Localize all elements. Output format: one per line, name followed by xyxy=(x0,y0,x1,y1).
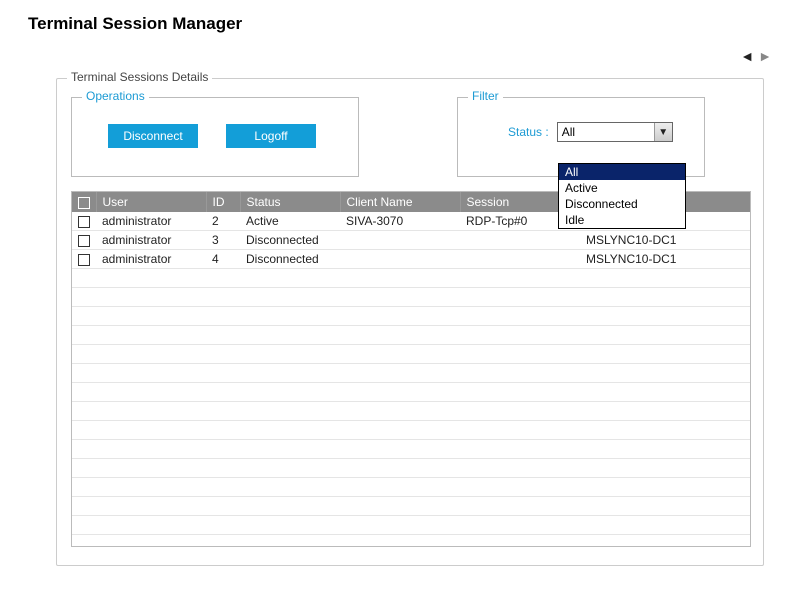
header-checkbox[interactable] xyxy=(72,192,96,212)
header-status[interactable]: Status xyxy=(240,192,340,212)
cell-user: administrator xyxy=(96,212,206,231)
table-row xyxy=(72,497,750,516)
table-row xyxy=(72,269,750,288)
nav-arrows: ◄ ► xyxy=(740,48,772,64)
cell-user: administrator xyxy=(96,231,206,250)
table-row xyxy=(72,478,750,497)
table-row xyxy=(72,459,750,478)
cell-status: Disconnected xyxy=(240,231,340,250)
filter-legend: Filter xyxy=(468,89,503,103)
table-row xyxy=(72,535,750,548)
cell-server: MSLYNC10-DC1 xyxy=(580,231,750,250)
row-checkbox[interactable] xyxy=(78,216,90,228)
table-row xyxy=(72,516,750,535)
status-select-value: All xyxy=(562,125,575,139)
table-row xyxy=(72,440,750,459)
filter-status-label: Status : xyxy=(508,125,549,139)
row-checkbox[interactable] xyxy=(78,235,90,247)
status-option-disconnected[interactable]: Disconnected xyxy=(559,196,685,212)
table-row xyxy=(72,345,750,364)
table-row xyxy=(72,307,750,326)
status-option-all[interactable]: All xyxy=(559,164,685,180)
sessions-table: User ID Status Client Name Session Serve… xyxy=(72,192,750,547)
sessions-panel: Terminal Sessions Details Operations Dis… xyxy=(56,78,764,566)
cell-id: 2 xyxy=(206,212,240,231)
cell-session xyxy=(460,250,580,269)
arrow-left-icon[interactable]: ◄ xyxy=(740,48,754,64)
header-user[interactable]: User xyxy=(96,192,206,212)
status-dropdown: AllActiveDisconnectedIdle xyxy=(558,163,686,229)
table-row xyxy=(72,421,750,440)
operations-legend: Operations xyxy=(82,89,149,103)
sessions-panel-legend: Terminal Sessions Details xyxy=(67,70,212,84)
page-title: Terminal Session Manager xyxy=(0,0,796,34)
table-row xyxy=(72,326,750,345)
cell-client xyxy=(340,250,460,269)
table-row xyxy=(72,402,750,421)
table-row xyxy=(72,383,750,402)
status-option-idle[interactable]: Idle xyxy=(559,212,685,228)
cell-server: MSLYNC10-DC1 xyxy=(580,250,750,269)
header-id[interactable]: ID xyxy=(206,192,240,212)
header-client[interactable]: Client Name xyxy=(340,192,460,212)
cell-client: SIVA-3070 xyxy=(340,212,460,231)
status-select[interactable]: All ▼ xyxy=(557,122,673,142)
status-option-active[interactable]: Active xyxy=(559,180,685,196)
cell-id: 4 xyxy=(206,250,240,269)
row-checkbox[interactable] xyxy=(78,254,90,266)
cell-session xyxy=(460,231,580,250)
table-row[interactable]: administrator4Disconnected MSLYNC10-DC1 xyxy=(72,250,750,269)
table-row[interactable]: administrator3Disconnected MSLYNC10-DC1 xyxy=(72,231,750,250)
cell-client xyxy=(340,231,460,250)
table-row xyxy=(72,364,750,383)
cell-status: Active xyxy=(240,212,340,231)
operations-group: Operations Disconnect Logoff xyxy=(71,97,359,177)
sessions-table-container: User ID Status Client Name Session Serve… xyxy=(71,191,751,547)
chevron-down-icon[interactable]: ▼ xyxy=(654,123,672,141)
cell-id: 3 xyxy=(206,231,240,250)
logoff-button[interactable]: Logoff xyxy=(226,124,316,148)
arrow-right-icon[interactable]: ► xyxy=(758,48,772,64)
disconnect-button[interactable]: Disconnect xyxy=(108,124,198,148)
cell-user: administrator xyxy=(96,250,206,269)
cell-status: Disconnected xyxy=(240,250,340,269)
table-row xyxy=(72,288,750,307)
